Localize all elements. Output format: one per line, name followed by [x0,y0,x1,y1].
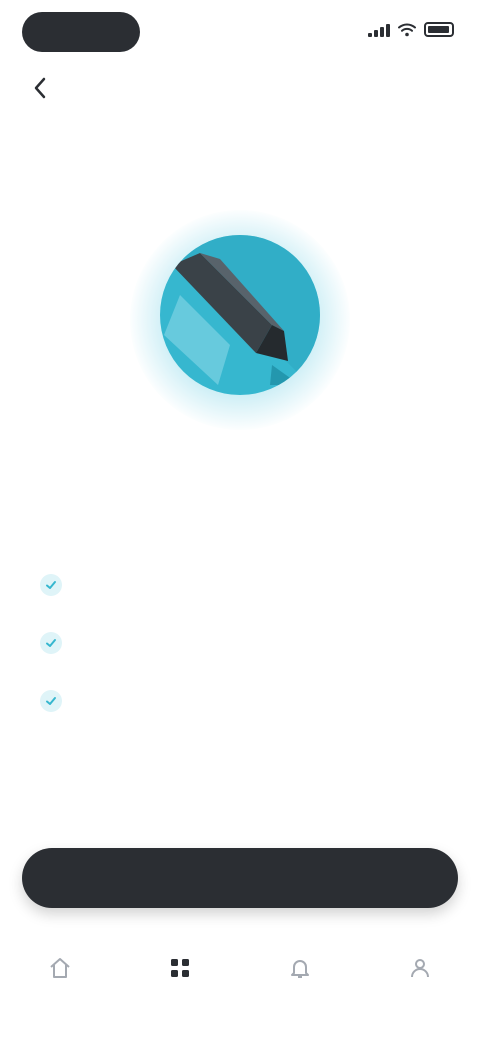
status-bar [0,0,480,64]
grid-icon [171,959,189,977]
nav-item-profile[interactable] [380,944,460,1024]
nav-item-notifications[interactable] [260,944,340,1024]
wifi-icon [398,23,416,36]
rocket-icon [160,235,320,395]
home-icon [50,958,70,978]
signal-icon [368,23,390,37]
check-icon [40,574,62,596]
battery-icon [424,22,454,37]
bell-icon [291,960,309,978]
user-icon [411,959,429,978]
chevron-left-icon [34,77,46,99]
header [0,64,480,110]
back-button[interactable] [24,72,56,104]
app-screen [0,0,480,1040]
check-icon [40,632,62,654]
nav-item-home[interactable] [20,944,100,1024]
feature-item [40,682,460,726]
check-icon [40,690,62,712]
primary-cta-button[interactable] [22,848,458,908]
nav-item-grid[interactable] [140,944,220,1024]
feature-list [40,566,460,740]
bottom-nav [0,944,480,1024]
feature-item [40,624,460,668]
hero-illustration [160,235,320,395]
status-time-pill [22,12,140,52]
status-icons [368,22,454,37]
onboarding-stepper [30,148,450,178]
feature-item [40,566,460,610]
